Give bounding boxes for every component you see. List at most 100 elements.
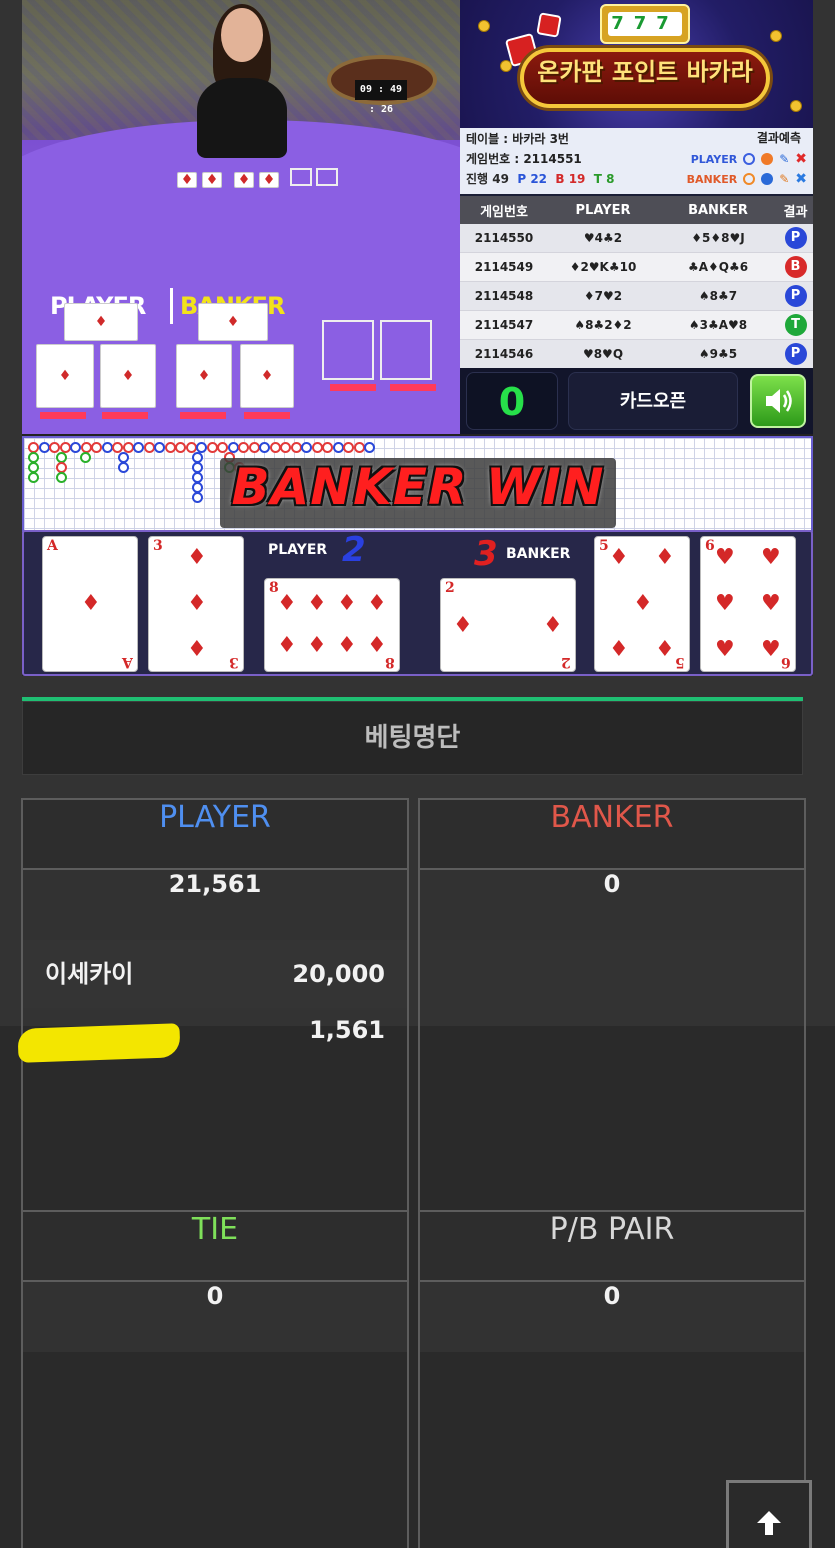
history-player-cards: ♥4♣2: [583, 231, 623, 245]
history-row: 2114549 ♦2♥K♣10 ♣A♦Q♣6 B: [460, 253, 813, 282]
history-game-no: 2114549: [474, 260, 534, 274]
tie-count: T 8: [593, 172, 615, 186]
road-marker: [280, 442, 291, 453]
history-result: P: [778, 285, 813, 307]
progress-value: 49: [492, 172, 509, 186]
info-panel: 777 온카판 포인트 바카라 테이블 : 바카라 3번 결과예측 게임번호 :…: [460, 0, 813, 434]
banker-total: 0: [420, 870, 804, 940]
banker-card-3: 6 ♥ ♥ ♥ ♥ ♥ ♥ 6: [700, 536, 796, 672]
history-player-cards: ♠8♣2♦2: [574, 318, 632, 332]
road-marker: [133, 442, 144, 453]
led-bar: [180, 412, 226, 419]
orange-dot-icon[interactable]: [761, 153, 774, 165]
banner-title: 온카판 포인트 바카라: [537, 58, 753, 86]
history-banker-cards: ♠9♣5: [698, 347, 738, 361]
player-card-2: 3 ♦ ♦ ♦ 3: [148, 536, 244, 672]
road-marker: [311, 442, 323, 453]
blue-dot-icon[interactable]: [761, 173, 774, 185]
banner-plate: 온카판 포인트 바카라: [520, 48, 770, 108]
col-banker: BANKER: [688, 202, 748, 218]
pencil-icon[interactable]: ✎: [779, 152, 789, 166]
speaker-icon: [766, 389, 792, 413]
player-total: 21,561: [23, 870, 407, 940]
dealt-card: [240, 344, 294, 408]
control-bar: 0 카드오픈: [460, 368, 813, 434]
player-score-label: PLAYER: [268, 542, 328, 558]
sound-button[interactable]: [750, 374, 806, 428]
col-game-no: 게임번호: [480, 204, 528, 220]
road-marker: [118, 462, 129, 473]
road-marker: [164, 442, 176, 453]
road-marker: [56, 472, 67, 483]
banker-score-label: BANKER: [506, 546, 571, 562]
road-marker: [248, 442, 260, 453]
orange-ring-icon[interactable]: [743, 173, 756, 185]
road-marker: [101, 442, 113, 453]
blue-ring-icon[interactable]: [743, 153, 756, 165]
road-marker: [269, 442, 281, 453]
road-marker: [238, 442, 249, 453]
road-marker: [217, 442, 228, 453]
dealt-card: [198, 303, 268, 341]
history-banker-cards: ♦5♦8♥J: [691, 231, 745, 245]
history-result: P: [778, 227, 813, 249]
pencil-icon[interactable]: ✎: [779, 172, 789, 186]
col-result: 결과: [783, 204, 808, 220]
history-row: 2114547 ♠8♣2♦2 ♠3♣A♥8 T: [460, 311, 813, 340]
history-game-no: 2114548: [474, 289, 534, 303]
close-icon[interactable]: ✖: [795, 151, 807, 167]
video-clock: 09 : 49 : 26: [355, 80, 407, 115]
road-marker: [332, 442, 344, 453]
tie-column-header: TIE: [23, 1210, 407, 1282]
dealt-card: [64, 303, 138, 341]
pair-total: 0: [420, 1282, 804, 1352]
road-marker: [290, 442, 302, 453]
road-marker: [154, 442, 165, 453]
table-name: 테이블 : 바카라 3번: [466, 132, 569, 146]
history-row: 2114548 ♦7♥2 ♠8♣7 P: [460, 282, 813, 311]
banker-count: B 19: [555, 172, 586, 186]
history-result: B: [778, 256, 813, 278]
player-card-1: A ♦ A: [42, 536, 138, 672]
bet-amount: 1,561: [309, 1016, 385, 1044]
game-frame: 09 : 49 : 26 PLAYER BANKER: [22, 0, 813, 676]
result-badge: P: [784, 285, 807, 307]
history-table: 게임번호 PLAYER BANKER 결과 2114550 ♥4♣2 ♦5♦8♥J P…: [460, 196, 813, 369]
led-bar: [390, 384, 436, 391]
game-info: 테이블 : 바카라 3번 결과예측 게임번호 : 2114551 진행 49 P…: [460, 128, 813, 194]
dice-icon: [536, 12, 562, 38]
card-slot: [322, 320, 374, 380]
road-marker: [28, 472, 39, 483]
road-marker: [143, 442, 155, 453]
card-slot: [316, 168, 338, 186]
road-marker: [80, 452, 91, 463]
dealt-card: [176, 344, 232, 408]
tie-column: TIE 0: [21, 1210, 409, 1548]
live-video: 09 : 49 : 26 PLAYER BANKER: [22, 0, 460, 434]
led-bar: [40, 412, 86, 419]
result-badge: P: [784, 227, 807, 249]
bet-row: 이세카이 20,000: [23, 940, 407, 1008]
bettor-name: 이세카이: [45, 960, 134, 988]
history-game-no: 2114546: [474, 347, 534, 361]
led-bar: [330, 384, 376, 391]
game-stats: 진행 49 P 22 B 19 T 8: [466, 169, 614, 189]
road-marker: [343, 442, 354, 453]
road-marker: [301, 442, 312, 453]
table-card: [202, 172, 222, 188]
dealt-card: [36, 344, 94, 408]
video-divider: [170, 288, 173, 324]
history-header: 게임번호 PLAYER BANKER 결과: [460, 196, 813, 224]
history-player-cards: ♥8♥Q: [582, 347, 624, 361]
dealer: [187, 4, 297, 158]
card-open-button[interactable]: 카드오픈: [568, 372, 738, 430]
card-reveal: A ♦ A 3 ♦ ♦ ♦ 3 8 ♦ ♦ ♦ ♦ ♦ ♦ ♦ ♦ 8 PLAYER 2…: [22, 530, 813, 676]
scroll-top-button[interactable]: [726, 1480, 812, 1548]
result-badge: B: [784, 256, 807, 278]
history-banker-cards: ♣A♦Q♣6: [687, 260, 749, 274]
road-marker: [91, 442, 102, 453]
banker-card-1: 2 ♦ ♦ 2: [440, 578, 576, 672]
close-icon[interactable]: ✖: [795, 171, 807, 187]
history-player-cards: ♦7♥2: [583, 289, 623, 303]
card-slot: [380, 320, 432, 380]
